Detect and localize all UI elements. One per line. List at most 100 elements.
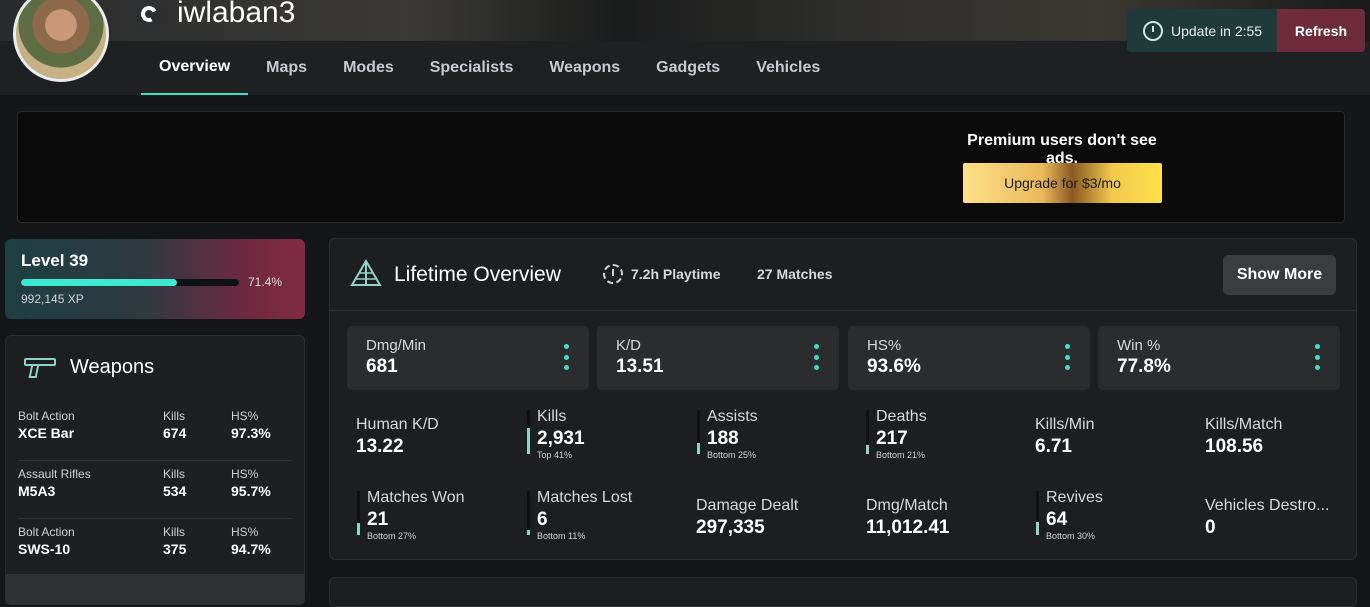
stat-card-hs[interactable]: HS% 93.6% (848, 326, 1090, 390)
weapons-panel: Weapons Bolt Action XCE Bar Kills 674 HS… (5, 335, 305, 605)
more-options-icon[interactable] (564, 344, 569, 370)
weapon-row[interactable]: Bolt Action XCE Bar Kills 674 HS% 97.3% (18, 403, 292, 461)
next-panel (329, 577, 1357, 607)
stat-value: 108.56 (1205, 436, 1264, 457)
stat-kills-min: Kills/Min 6.71 (1035, 410, 1195, 466)
overview-title: Lifetime Overview (394, 263, 561, 286)
level-progress-fill (21, 279, 177, 286)
level-progress-label: 71.4% (248, 275, 283, 289)
stat-value: 21 (367, 509, 389, 530)
stat-label: Win % (1117, 337, 1161, 354)
stat-assists: Assists 188 Bottom 25% (697, 408, 857, 464)
username: iwlaban3 (177, 0, 296, 29)
pyramid-icon (350, 259, 382, 286)
stat-value: 6.71 (1035, 436, 1072, 457)
stat-matches-lost: Matches Lost 6 Bottom 11% (527, 489, 687, 545)
weapon-name: XCE Bar (18, 425, 75, 441)
stat-value: 0 (1205, 517, 1216, 538)
matches-count: 27 Matches (757, 266, 833, 282)
stat-value: 64 (1046, 509, 1068, 530)
origin-icon (133, 0, 165, 28)
level-xp: 992,145 XP (21, 292, 84, 306)
hs-label: HS% (231, 409, 259, 423)
stat-label: K/D (616, 337, 642, 354)
stat-label: Kills/Min (1035, 416, 1095, 433)
profile-nav: Overview Maps Modes Specialists Weapons … (141, 41, 838, 95)
more-options-icon[interactable] (814, 344, 819, 370)
stat-label: Dmg/Min (366, 337, 427, 354)
avatar (13, 0, 109, 82)
stat-label: Kills/Match (1205, 416, 1283, 433)
playtime: 7.2h Playtime (631, 266, 721, 282)
percentile-bar (357, 491, 360, 535)
stat-card-kd[interactable]: K/D 13.51 (597, 326, 839, 390)
tab-vehicles[interactable]: Vehicles (738, 41, 838, 95)
hs-value: 94.7% (231, 541, 271, 557)
hs-value: 95.7% (231, 483, 271, 499)
stat-value: 11,012.41 (866, 517, 950, 538)
tab-overview[interactable]: Overview (141, 41, 249, 95)
kills-label: Kills (163, 467, 186, 481)
upgrade-button[interactable]: Upgrade for $3/mo (963, 163, 1162, 203)
stat-matches-won: Matches Won 21 Bottom 27% (357, 489, 517, 545)
weapons-title: Weapons (70, 355, 155, 378)
stat-kills-match: Kills/Match 108.56 (1205, 410, 1365, 466)
kills-value: 534 (163, 483, 187, 499)
stat-damage-dealt: Damage Dealt 297,335 (696, 491, 856, 547)
stat-value: 2,931 (537, 428, 585, 449)
hs-value: 97.3% (231, 425, 271, 441)
stat-card-win[interactable]: Win % 77.8% (1098, 326, 1340, 390)
weapon-name: SWS-10 (18, 541, 71, 557)
stat-value: 13.22 (356, 436, 404, 457)
stat-percentile: Bottom 11% (537, 531, 586, 541)
stat-card-dmg-min[interactable]: Dmg/Min 681 (347, 326, 589, 390)
pistol-icon (24, 354, 58, 380)
update-text: Update in 2:55 (1171, 22, 1263, 39)
weapon-category: Bolt Action (18, 409, 75, 423)
stat-percentile: Bottom 30% (1046, 531, 1096, 541)
stat-percentile: Bottom 21% (876, 450, 926, 460)
stat-label: Dmg/Match (866, 497, 948, 514)
refresh-button[interactable]: Refresh (1277, 9, 1365, 52)
stat-kills: Kills 2,931 Top 41% (527, 408, 687, 464)
level-progress-bar (21, 279, 239, 286)
kills-value: 674 (163, 425, 187, 441)
stat-value: 297,335 (696, 517, 765, 538)
stat-label: Assists (707, 408, 758, 425)
more-options-icon[interactable] (1315, 344, 1320, 370)
stat-percentile: Bottom 27% (367, 531, 417, 541)
stat-dmg-match: Dmg/Match 11,012.41 (866, 491, 1026, 547)
percentile-bar (866, 410, 869, 454)
more-options-icon[interactable] (1065, 344, 1070, 370)
stat-label: Vehicles Destro... (1205, 497, 1330, 514)
tab-maps[interactable]: Maps (248, 41, 325, 95)
level-card: Level 39 71.4% 992,145 XP (5, 239, 305, 319)
tab-specialists[interactable]: Specialists (412, 41, 532, 95)
stat-label: Deaths (876, 408, 927, 425)
stat-label: HS% (867, 337, 902, 354)
weapon-row[interactable]: Bolt Action SWS-10 Kills 375 HS% 94.7% (18, 519, 292, 577)
show-more-button[interactable]: Show More (1223, 255, 1336, 295)
overview-header: Lifetime Overview 7.2h Playtime 27 Match… (330, 239, 1356, 311)
stat-label: Matches Won (367, 489, 465, 506)
stat-value: 681 (366, 356, 398, 377)
weapon-row[interactable]: Assault Rifles M5A3 Kills 534 HS% 95.7% (18, 461, 292, 519)
weapons-header: Weapons (24, 354, 154, 380)
hs-label: HS% (231, 467, 259, 481)
weapon-category: Bolt Action (18, 525, 75, 539)
percentile-bar (697, 410, 700, 454)
kills-value: 375 (163, 541, 187, 557)
stat-label: Human K/D (356, 416, 439, 433)
stat-value: 13.51 (616, 356, 664, 377)
percentile-bar (527, 491, 530, 535)
ad-banner: Premium users don't see ads. Upgrade for… (17, 111, 1345, 223)
tab-gadgets[interactable]: Gadgets (638, 41, 738, 95)
stat-percentile: Top 41% (537, 450, 573, 460)
tab-weapons[interactable]: Weapons (531, 41, 638, 95)
percentile-bar (1036, 491, 1039, 535)
stat-value: 77.8% (1117, 356, 1171, 377)
tab-modes[interactable]: Modes (325, 41, 412, 95)
percentile-bar (527, 410, 530, 454)
stat-vehicles-destroyed: Vehicles Destro... 0 (1205, 491, 1365, 547)
weapons-footer (6, 574, 304, 604)
